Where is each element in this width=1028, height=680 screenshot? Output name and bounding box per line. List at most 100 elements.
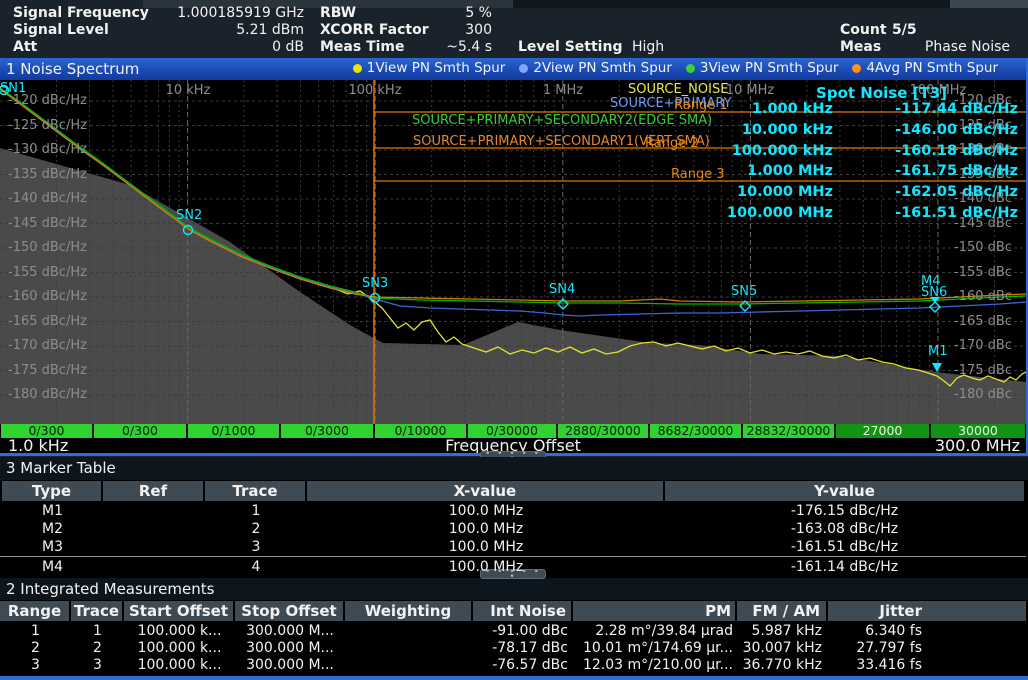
marker-label-sn4: SN4 (549, 282, 575, 297)
marker-table-row[interactable]: M44100.0 MHz-161.14 dBc/Hz (2, 558, 1024, 576)
integrated-table-cell: 3 (0, 656, 71, 674)
integrated-table-cell: 27.797 fs (828, 639, 1026, 657)
integrated-table-cell: 2 (0, 639, 71, 657)
trace-color-dot (519, 64, 528, 73)
integrated-table-column-header: Range (0, 601, 71, 621)
marker-table-row[interactable]: M33100.0 MHz-161.51 dBc/Hz (2, 538, 1024, 556)
yaxis-right-label: -170 dBc (954, 338, 1012, 353)
legend-label: 3View PN Smth Spur (700, 60, 839, 76)
marker-table-header: TypeRefTraceX-valueY-value (2, 481, 1024, 501)
count-label: Count (840, 22, 887, 38)
yaxis-left-label: -165 dBc/Hz (8, 314, 87, 329)
spot-noise-title: Spot Noise [T3] (816, 84, 947, 102)
spot-noise-value: -161.75 dBc/Hz (895, 163, 1018, 179)
count-value: 5/5 (892, 22, 917, 38)
integrated-table-cell (345, 639, 473, 657)
yaxis-right-label: -150 dBc (954, 240, 1012, 255)
noise-plot[interactable]: SN1SN2SN3SN4SN5SN6M4M1-120 dBc/Hz-125 dB… (0, 80, 1026, 424)
yaxis-left-label: -170 dBc/Hz (8, 338, 87, 353)
signal-level-value: 5.21 dBm (150, 22, 304, 38)
xaxis-top-label: 10 kHz (166, 83, 211, 98)
integrated-table-column-header: FM / AM (737, 601, 828, 621)
level-setting-value: High (632, 39, 664, 55)
marker-table-cell: M2 (2, 520, 103, 538)
marker-table-cell: 2 (205, 520, 307, 538)
yaxis-left-label: -120 dBc/Hz (8, 93, 87, 108)
spot-noise-value: -160.18 dBc/Hz (895, 143, 1018, 159)
yaxis-left-label: -175 dBc/Hz (8, 363, 87, 378)
yaxis-left-label: -155 dBc/Hz (8, 265, 87, 280)
integrated-table-cell: 300.000 M... (235, 639, 345, 657)
instrument-screen: Signal Frequency 1.000185919 GHz Signal … (0, 0, 1028, 680)
tab-strip-segment (950, 0, 1028, 8)
integrated-titlebar[interactable]: 2 Integrated Measurements (0, 578, 1028, 600)
marker-label-m4-plot: M4 (921, 274, 941, 289)
measurement-header: Signal Frequency 1.000185919 GHz Signal … (0, 0, 1028, 58)
marker-label-sn3: SN3 (362, 276, 388, 291)
integrated-table-column-header: Start Offset (124, 601, 235, 621)
screen-bottom-border (0, 676, 1028, 680)
xaxis-top-label: 1 MHz (543, 83, 583, 98)
integrated-table-cell (345, 622, 473, 640)
marker-table-cell: -163.08 dBc/Hz (665, 520, 1024, 538)
integrated-table-cell (345, 656, 473, 674)
marker-table-column-header: Type (2, 481, 103, 501)
legend-item-trace1[interactable]: 1View PN Smth Spur (353, 60, 506, 76)
legend-item-trace2[interactable]: 2View PN Smth Spur (519, 60, 672, 76)
integrated-table-column-header: Trace (71, 601, 124, 621)
spot-noise-value: -146.00 dBc/Hz (895, 122, 1018, 138)
att-value: 0 dB (150, 39, 304, 55)
integrated-table-cell: 3 (71, 656, 124, 674)
integrated-table-column-header: Weighting (345, 601, 473, 621)
marker-table-cell: 100.0 MHz (307, 558, 665, 576)
yaxis-left-label: -145 dBc/Hz (8, 216, 87, 231)
marker-table-cell: 100.0 MHz (307, 538, 665, 556)
integrated-table-row[interactable]: 22100.000 k...300.000 M...-78.17 dBc10.0… (0, 639, 1026, 657)
noise-spectrum-title: 1 Noise Spectrum (6, 60, 139, 78)
integrated-table-cell: 100.000 k... (124, 639, 235, 657)
yaxis-left-label: -180 dBc/Hz (8, 387, 87, 402)
integrated-table-row[interactable]: 33100.000 k...300.000 M...-76.57 dBc12.0… (0, 656, 1026, 674)
spot-noise-value: -162.05 dBc/Hz (895, 184, 1018, 200)
integrated-table-row[interactable]: 11100.000 k...300.000 M...-91.00 dBc2.28… (0, 622, 1026, 640)
integrated-table-cell: 100.000 k... (124, 622, 235, 640)
integrated-table-cell: -76.57 dBc (473, 656, 573, 674)
integrated-title: 2 Integrated Measurements (6, 580, 214, 598)
spot-noise-row: 10.000 MHz-162.05 dBc/Hz (640, 184, 1018, 204)
marker-table-cell (103, 520, 205, 538)
marker-table-cell: 1 (205, 502, 307, 520)
marker-table-row[interactable]: M2 2100.0 MHz-163.08 dBc/Hz (2, 520, 1024, 538)
marker-label-sn5: SN5 (731, 284, 757, 299)
integrated-table-cell: 10.01 m°/174.69 µr... (573, 639, 737, 657)
marker-table-column-header: Ref (103, 481, 205, 501)
integrated-table-cell: 100.000 k... (124, 656, 235, 674)
integrated-table-cell: 1 (71, 622, 124, 640)
integrated-table-column-header: PM (573, 601, 737, 621)
yaxis-right-label: -155 dBc (954, 265, 1012, 280)
marker-table-cell: 3 (205, 538, 307, 556)
marker-table-cell: 100.0 MHz (307, 502, 665, 520)
yaxis-left-label: -125 dBc/Hz (8, 118, 87, 133)
rbw-label: RBW (320, 5, 356, 21)
marker-table-titlebar[interactable]: 3 Marker Table (0, 457, 1028, 480)
legend-item-trace4[interactable]: 4Avg PN Smth Spur (852, 60, 998, 76)
noise-spectrum-titlebar[interactable]: 1 Noise Spectrum 1View PN Smth Spur 2View… (0, 58, 1028, 80)
marker-table-row[interactable]: M11100.0 MHz-176.15 dBc/Hz (2, 502, 1024, 520)
yaxis-right-label: -165 dBc (954, 314, 1012, 329)
signal-level-label: Signal Level (13, 22, 109, 38)
marker-table-cell: -161.14 dBc/Hz (665, 558, 1024, 576)
yaxis-left-label: -140 dBc/Hz (8, 191, 87, 206)
yaxis-right-label: -175 dBc (954, 363, 1012, 378)
trace-color-dot (852, 64, 861, 73)
legend-label: 4Avg PN Smth Spur (866, 60, 998, 76)
spot-noise-row: 1.000 kHz-117.44 dBc/Hz (640, 101, 1018, 121)
rbw-value: 5 % (380, 5, 492, 21)
integrated-table-cell: 300.000 M... (235, 656, 345, 674)
integrated-table-column-header: Jitter (828, 601, 1026, 621)
spot-noise-frequency: 1.000 MHz (747, 163, 833, 179)
level-setting-label: Level Setting (518, 39, 622, 55)
marker-table-title: 3 Marker Table (6, 459, 116, 477)
marker-table-cell: 100.0 MHz (307, 520, 665, 538)
marker-table-separator (0, 556, 1026, 557)
legend-item-trace3[interactable]: 3View PN Smth Spur (686, 60, 839, 76)
